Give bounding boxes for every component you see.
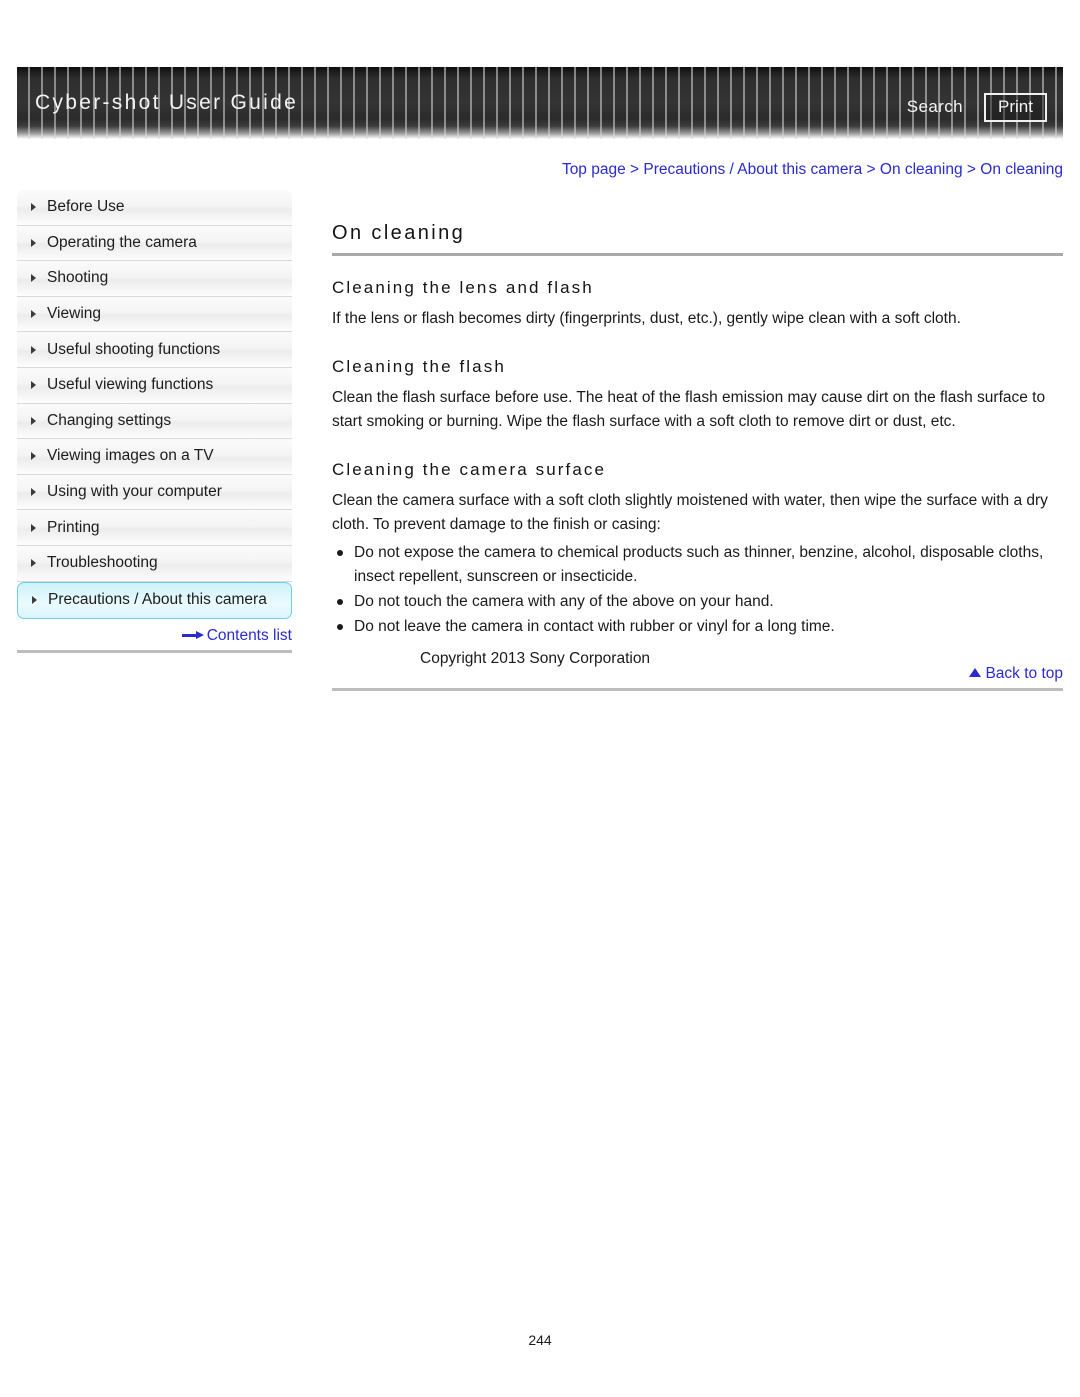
triangle-right-icon [31,238,36,247]
sidebar-item-label: Troubleshooting [47,554,158,572]
triangle-right-icon [31,381,36,390]
sidebar-item-label: Useful shooting functions [47,340,221,358]
bullet-list: Do not expose the camera to chemical pro… [332,541,1063,639]
page-title: On cleaning [332,222,466,244]
sidebar-item-troubleshooting[interactable]: Troubleshooting [17,545,292,582]
bullet-icon [337,624,343,630]
sidebar-item-precautions-about-this-camera[interactable]: Precautions / About this camera [17,581,292,619]
section-heading: Cleaning the lens and flash [332,278,594,297]
contents-list-link[interactable]: Contents list [17,627,292,645]
contents-list-label: Contents list [206,627,292,644]
triangle-right-icon [31,203,36,212]
sidebar-item-label: Using with your computer [47,483,222,501]
print-button[interactable]: Print [984,93,1047,122]
arrow-right-icon [181,631,204,640]
triangle-right-icon [31,416,36,425]
triangle-up-icon [969,668,982,678]
breadcrumb[interactable]: Top page > Precautions / About this came… [0,161,1063,179]
back-to-top-label: Back to top [985,665,1063,682]
list-item: Do not expose the camera to chemical pro… [332,541,1063,589]
page-title-divider [332,253,1063,256]
page-number: 244 [528,1332,552,1348]
sidebar-item-operating-the-camera[interactable]: Operating the camera [17,225,292,262]
list-item-text: Do not touch the camera with any of the … [354,593,774,610]
copyright-text: Copyright 2013 Sony Corporation [420,650,651,667]
triangle-right-icon [31,523,36,532]
sidebar-item-using-with-your-computer[interactable]: Using with your computer [17,474,292,511]
triangle-right-icon [31,488,36,497]
list-item-text: Do not expose the camera to chemical pro… [354,544,1044,585]
bullet-icon [337,550,343,556]
sidebar-item-before-use[interactable]: Before Use [17,190,292,226]
sidebar-item-label: Operating the camera [47,233,197,251]
sidebar-item-useful-viewing-functions[interactable]: Useful viewing functions [17,367,292,404]
header-banner: Cyber-shot User Guide Search Print [17,67,1063,139]
sidebar-divider [17,650,292,653]
sidebar-item-label: Changing settings [47,411,172,429]
triangle-right-icon [31,274,36,283]
triangle-right-icon [31,452,36,461]
sidebar-item-label: Viewing images on a TV [47,447,214,465]
section-heading: Cleaning the camera surface [332,460,607,479]
sidebar-item-printing[interactable]: Printing [17,510,292,546]
sidebar-item-useful-shooting-functions[interactable]: Useful shooting functions [17,332,292,368]
section-paragraph: Clean the flash surface before use. The … [332,389,1046,430]
section-paragraph: If the lens or flash becomes dirty (fing… [332,310,961,327]
list-item-text: Do not leave the camera in contact with … [354,618,835,635]
section-paragraph: Clean the camera surface with a soft clo… [332,492,1048,533]
sidebar-item-label: Precautions / About this camera [48,591,267,609]
sidebar-item-label: Shooting [47,269,109,287]
sidebar-item-shooting[interactable]: Shooting [17,261,292,297]
triangle-right-icon [31,310,36,319]
search-button[interactable]: Search [907,97,963,117]
triangle-right-icon [31,345,36,354]
triangle-right-icon [31,559,36,568]
sidebar-item-label: Before Use [47,198,125,216]
bullet-icon [337,599,343,605]
sidebar-item-label: Viewing [47,305,102,323]
list-item: Do not leave the camera in contact with … [332,615,1063,639]
sidebar-item-label: Printing [47,518,100,536]
sidebar-item-viewing-images-on-a-tv[interactable]: Viewing images on a TV [17,439,292,475]
footer-divider [332,688,1063,691]
sidebar-item-changing-settings[interactable]: Changing settings [17,403,292,440]
list-item: Do not touch the camera with any of the … [332,590,1063,614]
main-content: On cleaning Cleaning the lens and flash I… [332,222,1063,691]
content-sections: Cleaning the lens and flash If the lens o… [332,278,1063,639]
section-heading: Cleaning the flash [332,357,506,376]
sidebar-item-label: Useful viewing functions [47,376,214,394]
app-title: Cyber-shot User Guide [35,91,299,114]
sidebar-nav: Before Use Operating the camera Shooting Vi… [17,190,292,619]
triangle-right-icon [32,596,37,605]
sidebar-item-viewing[interactable]: Viewing [17,296,292,333]
